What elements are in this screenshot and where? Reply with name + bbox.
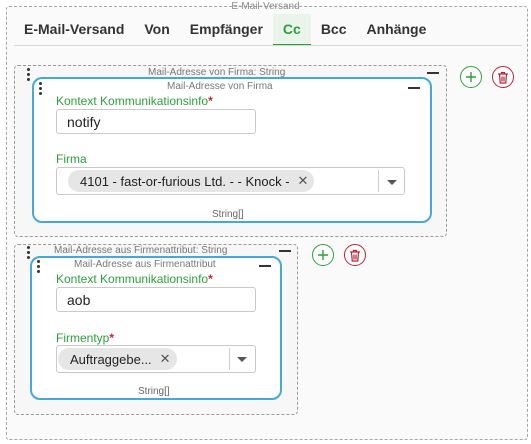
tab-empfaenger[interactable]: Empfänger	[180, 14, 273, 46]
chip-label: 4101 - fast-or-furious Ltd. - - Knock -	[80, 173, 290, 189]
collapse-minus-icon[interactable]	[408, 87, 420, 89]
type-note: String[]	[212, 209, 244, 220]
field-label-company-type: Firmentyp*	[56, 331, 115, 345]
drag-handle-icon[interactable]	[25, 68, 31, 81]
plus-circle-icon	[466, 72, 476, 82]
tab-bar: E-Mail-Versand Von Empfänger Cc Bcc Anhä…	[14, 14, 436, 46]
context-input-value: aob	[67, 291, 91, 308]
plus-circle-icon	[318, 250, 328, 260]
close-icon[interactable]: ✕	[298, 173, 309, 189]
card-legend: Mail-Adresse von Firma	[165, 81, 275, 92]
drag-handle-icon[interactable]	[25, 246, 31, 259]
outer-frame-legend: E-Mail-Versand	[231, 1, 300, 12]
tab-bcc[interactable]: Bcc	[311, 14, 357, 46]
company-chip: 4101 - fast-or-furious Ltd. - - Knock - …	[68, 170, 315, 192]
context-input[interactable]: aob	[56, 287, 256, 312]
tab-bar-divider	[14, 45, 522, 46]
tab-anhaenge[interactable]: Anhänge	[357, 14, 437, 46]
context-input[interactable]: notify	[56, 109, 256, 134]
collapse-minus-icon[interactable]	[279, 250, 291, 252]
drag-handle-icon[interactable]	[37, 82, 43, 95]
trash-icon	[498, 71, 508, 84]
caret-down-icon[interactable]	[387, 180, 397, 185]
delete-button[interactable]	[492, 66, 514, 88]
tab-email-versand[interactable]: E-Mail-Versand	[14, 14, 134, 46]
required-marker: *	[208, 272, 213, 286]
company-type-chip: Auftraggebe... ✕	[58, 348, 177, 370]
required-marker: *	[208, 94, 213, 108]
collapse-minus-icon[interactable]	[259, 265, 271, 267]
add-button[interactable]	[312, 244, 334, 266]
add-button[interactable]	[460, 66, 482, 88]
tab-von[interactable]: Von	[134, 14, 179, 46]
collapse-minus-icon[interactable]	[427, 72, 439, 74]
drag-handle-icon[interactable]	[35, 260, 41, 273]
delete-button[interactable]	[344, 244, 366, 266]
card-legend: Mail-Adresse aus Firmenattribut	[72, 259, 218, 270]
context-input-value: notify	[67, 113, 101, 130]
type-note: String[]	[138, 386, 170, 397]
select-divider	[378, 170, 379, 192]
select-divider	[229, 348, 230, 370]
field-label-company: Firma	[56, 152, 87, 166]
list-legend: Mail-Adresse aus Firmenattribut: String	[54, 245, 228, 256]
field-label-context: Kontext Kommunikationsinfo*	[56, 94, 213, 108]
field-label-context: Kontext Kommunikationsinfo*	[56, 272, 213, 286]
required-marker: *	[109, 331, 115, 345]
tab-cc[interactable]: Cc	[272, 14, 311, 46]
trash-icon	[350, 249, 360, 262]
close-icon[interactable]: ✕	[160, 351, 171, 367]
chip-label: Auftraggebe...	[70, 351, 152, 367]
caret-down-icon[interactable]	[237, 357, 247, 362]
